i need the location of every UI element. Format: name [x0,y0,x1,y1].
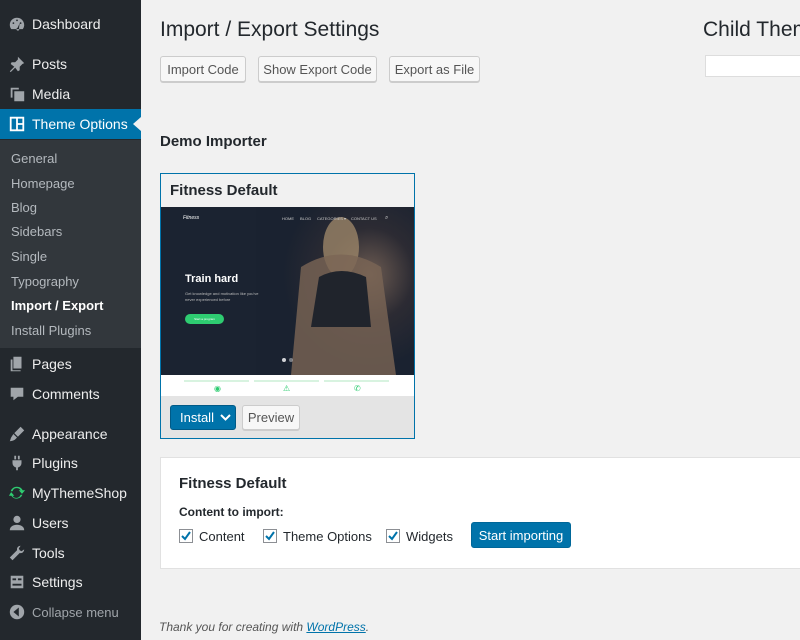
show-export-code-button[interactable]: Show Export Code [258,56,377,82]
wordpress-link[interactable]: WordPress [306,620,365,634]
menu-label: Dashboard [32,16,101,32]
preview-headline: Train hard [185,273,239,285]
content-checkbox-label[interactable]: Content [199,529,245,544]
submenu-import-export[interactable]: Import / Export [11,298,103,313]
flag-icon: ⚠ [283,384,291,393]
theme-options-submenu: General Homepage Blog Sidebars Single Ty… [0,140,141,348]
child-theme-input[interactable] [705,55,800,77]
menu-media[interactable]: Media [0,79,141,109]
wrench-icon [6,543,28,563]
menu-label: Users [32,515,69,531]
menu-label: Posts [32,56,68,72]
export-as-file-button[interactable]: Export as File [389,56,480,82]
menu-label: Tools [32,545,65,561]
menu-label: Comments [32,386,100,402]
theme-options-icon [6,114,28,134]
theme-options-checkbox-label[interactable]: Theme Options [283,529,372,544]
demo-card-actions: Install Preview [161,396,414,438]
preview-nav-home: HOME [282,216,294,221]
import-panel-title: Fitness Default [179,475,287,492]
preview-search-icon: ⌕ [385,215,389,221]
check-icon [181,531,191,541]
settings-icon [6,572,28,592]
pin-icon [6,54,28,74]
comments-icon [6,384,28,404]
install-label: Install [180,410,214,425]
brush-icon [6,424,28,444]
admin-sidebar: Dashboard Posts Media Theme Options Gene… [0,0,141,640]
import-panel: Fitness Default Content to import: Conte… [160,457,800,569]
pages-icon [6,354,28,374]
submenu-homepage[interactable]: Homepage [11,176,75,191]
target-icon: ◉ [214,384,221,393]
submenu-blog[interactable]: Blog [11,200,37,215]
import-code-button[interactable]: Import Code [160,56,246,82]
content-to-import-label: Content to import: [179,505,284,519]
collapse-arrow-icon [6,602,28,622]
menu-settings[interactable]: Settings [0,567,141,597]
chevron-down-icon[interactable] [220,413,231,422]
footer-text: Thank you for creating with WordPress. [159,620,369,634]
child-theme-title: Child Theme [703,18,800,41]
refresh-icon [6,483,28,503]
submenu-single[interactable]: Single [11,249,47,264]
start-importing-button[interactable]: Start importing [471,522,571,548]
media-icon [6,84,28,104]
feature-box: ✆ [324,380,389,396]
menu-label: Plugins [32,455,78,471]
footer-suffix: . [365,620,370,634]
dashboard-icon [6,14,28,34]
menu-theme-options[interactable]: Theme Options [0,109,141,139]
menu-dashboard[interactable]: Dashboard [0,9,141,39]
menu-posts[interactable]: Posts [0,49,141,79]
collapse-label: Collapse menu [32,604,119,620]
submenu-install-plugins[interactable]: Install Plugins [11,323,91,338]
menu-comments[interactable]: Comments [0,379,141,409]
check-icon [388,531,398,541]
menu-plugins[interactable]: Plugins [0,448,141,478]
submenu-sidebars[interactable]: Sidebars [11,224,62,239]
menu-appearance[interactable]: Appearance [0,419,141,449]
check-icon [265,531,275,541]
preview-subtext: Get knowledge and motivation like you've… [185,291,259,302]
preview-nav-contact: CONTACT US [351,216,377,221]
preview-logo: Fitness [183,215,200,221]
widgets-checkbox[interactable] [386,529,400,543]
menu-label: Settings [32,574,83,590]
submenu-general[interactable]: General [11,151,57,166]
theme-options-checkbox[interactable] [263,529,277,543]
menu-users[interactable]: Users [0,508,141,538]
menu-label: Appearance [32,426,108,442]
demo-preview-image: Fitness HOME BLOG CATEGORIES ▾ CONTACT U… [161,207,414,375]
menu-tools[interactable]: Tools [0,538,141,568]
menu-label: Media [32,86,71,102]
submenu-typography[interactable]: Typography [11,274,79,289]
menu-mythemeshop[interactable]: MyThemeShop [0,478,141,508]
menu-label: MyThemeShop [32,485,127,501]
demo-importer-heading: Demo Importer [160,133,267,150]
demo-card-header: Fitness Default [161,174,414,207]
menu-label: Pages [32,356,72,372]
demo-card-title: Fitness Default [170,182,278,199]
user-icon [6,513,28,533]
preview-feature-strip: ◉ ⚠ ✆ [161,375,414,396]
feature-box: ◉ [184,380,249,396]
preview-button[interactable]: Preview [242,405,300,430]
preview-nav-blog: BLOG [300,216,312,221]
collapse-menu-button[interactable]: Collapse menu [0,597,141,627]
preview-cta: Start a program [185,314,224,324]
content-checkbox[interactable] [179,529,193,543]
demo-card[interactable]: Fitness Default Fitness HOME BLOG CATEGO… [160,173,415,439]
install-button[interactable]: Install [170,405,236,430]
preview-nav-categories: CATEGORIES ▾ [317,216,347,221]
plugin-icon [6,453,28,473]
widgets-checkbox-label[interactable]: Widgets [406,529,453,544]
menu-label: Theme Options [32,116,128,132]
feature-box: ⚠ [254,380,319,396]
footer-prefix: Thank you for creating with [159,620,307,634]
menu-pages[interactable]: Pages [0,349,141,379]
phone-icon: ✆ [354,384,361,393]
page-title: Import / Export Settings [160,18,380,41]
